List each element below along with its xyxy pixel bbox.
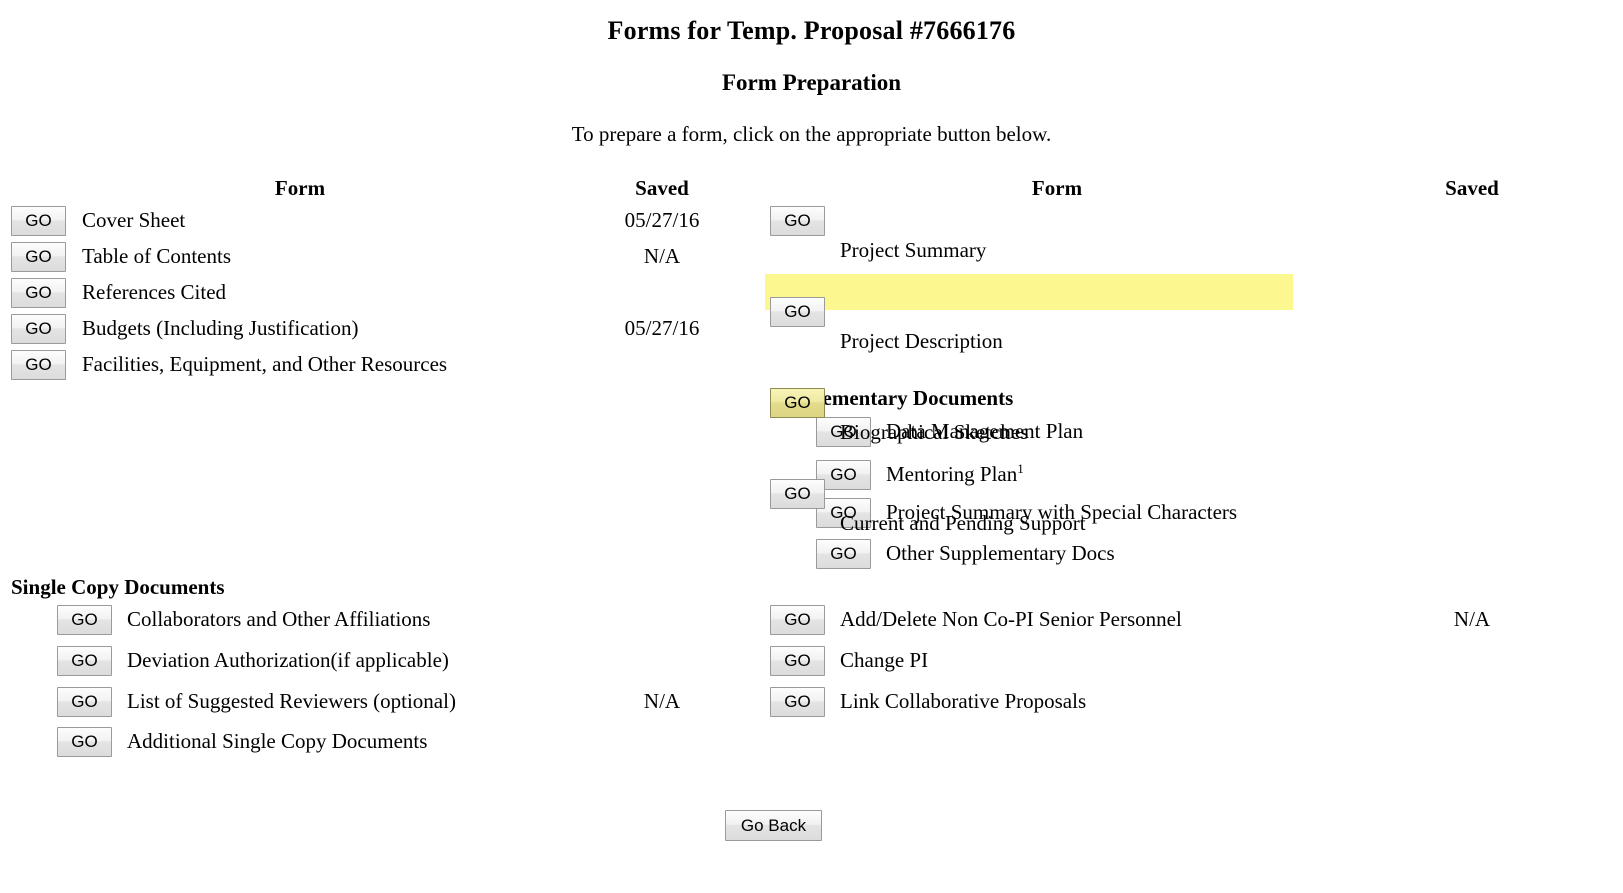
form-label-collaborators-affiliations: Collaborators and Other Affiliations — [127, 607, 431, 631]
saved-value-add-delete-non-copi-senior-personnel: N/A — [1453, 607, 1491, 631]
saved-value-suggested-reviewers: N/A — [643, 689, 681, 713]
instruction-text: To prepare a form, click on the appropri… — [571, 122, 1052, 146]
form-label-add-delete-non-copi-senior-personnel: Add/Delete Non Co-PI Senior Personnel — [840, 607, 1182, 631]
form-label-change-pi: Change PI — [840, 648, 929, 672]
go-button-link-collaborative-proposals[interactable]: GO — [770, 687, 825, 717]
go-button-deviation-authorization[interactable]: GO — [57, 646, 112, 676]
form-label-table-of-contents: Table of Contents — [82, 244, 231, 268]
go-button-budgets[interactable]: GO — [11, 314, 66, 344]
saved-value-budgets: 05/27/16 — [624, 316, 700, 340]
saved-value-table-of-contents: N/A — [643, 244, 681, 268]
column-header-form-right: Form — [1031, 176, 1083, 200]
go-button-suggested-reviewers[interactable]: GO — [57, 687, 112, 717]
go-button-other-supplementary-docs[interactable]: GO — [816, 539, 871, 569]
footnote-marker-mentoring-plan: 1 — [1017, 461, 1024, 476]
go-button-references-cited[interactable]: GO — [11, 278, 66, 308]
page-title: Forms for Temp. Proposal #7666176 — [607, 16, 1016, 45]
form-label-suggested-reviewers: List of Suggested Reviewers (optional) — [127, 689, 456, 713]
form-label-additional-single-copy-documents: Additional Single Copy Documents — [127, 729, 428, 753]
go-back-button[interactable]: Go Back — [725, 810, 822, 841]
form-label-facilities-equipment: Facilities, Equipment, and Other Resourc… — [82, 352, 448, 376]
go-button-cover-sheet[interactable]: GO — [11, 206, 66, 236]
form-label-deviation-authorization: Deviation Authorization(if applicable) — [127, 648, 449, 672]
saved-value-cover-sheet: 05/27/16 — [624, 208, 700, 232]
go-button-current-pending-support[interactable]: GO — [770, 479, 825, 509]
go-button-change-pi[interactable]: GO — [770, 646, 825, 676]
page-subtitle: Form Preparation — [721, 70, 902, 95]
go-button-project-summary[interactable]: GO — [770, 206, 825, 236]
go-button-collaborators-affiliations[interactable]: GO — [57, 605, 112, 635]
form-label-link-collaborative-proposals: Link Collaborative Proposals — [840, 689, 1087, 713]
go-button-project-description[interactable]: GO — [770, 297, 825, 327]
form-label-current-pending-support: Current and Pending Support — [840, 511, 1086, 535]
row-highlight-biographical-sketches — [765, 274, 1293, 310]
form-label-budgets: Budgets (Including Justification) — [82, 316, 359, 340]
form-label-mentoring-plan: Mentoring Plan1 — [886, 461, 1024, 486]
form-label-project-summary: Project Summary — [840, 238, 987, 262]
form-label-references-cited: References Cited — [82, 280, 227, 304]
column-header-saved-right: Saved — [1445, 176, 1499, 200]
form-label-cover-sheet: Cover Sheet — [82, 208, 186, 232]
form-label-project-description: Project Description — [840, 329, 1003, 353]
go-button-additional-single-copy-documents[interactable]: GO — [57, 727, 112, 757]
go-button-table-of-contents[interactable]: GO — [11, 242, 66, 272]
column-header-saved-left: Saved — [635, 176, 689, 200]
form-label-other-supplementary-docs: Other Supplementary Docs — [886, 541, 1115, 565]
go-button-add-delete-non-copi-senior-personnel[interactable]: GO — [770, 605, 825, 635]
go-button-facilities-equipment[interactable]: GO — [11, 350, 66, 380]
go-button-biographical-sketches[interactable]: GO — [770, 388, 825, 418]
section-heading-single-copy-documents: Single Copy Documents — [11, 575, 225, 599]
column-header-form-left: Form — [274, 176, 326, 200]
form-label-biographical-sketches: Biographical Sketches — [840, 420, 1029, 444]
